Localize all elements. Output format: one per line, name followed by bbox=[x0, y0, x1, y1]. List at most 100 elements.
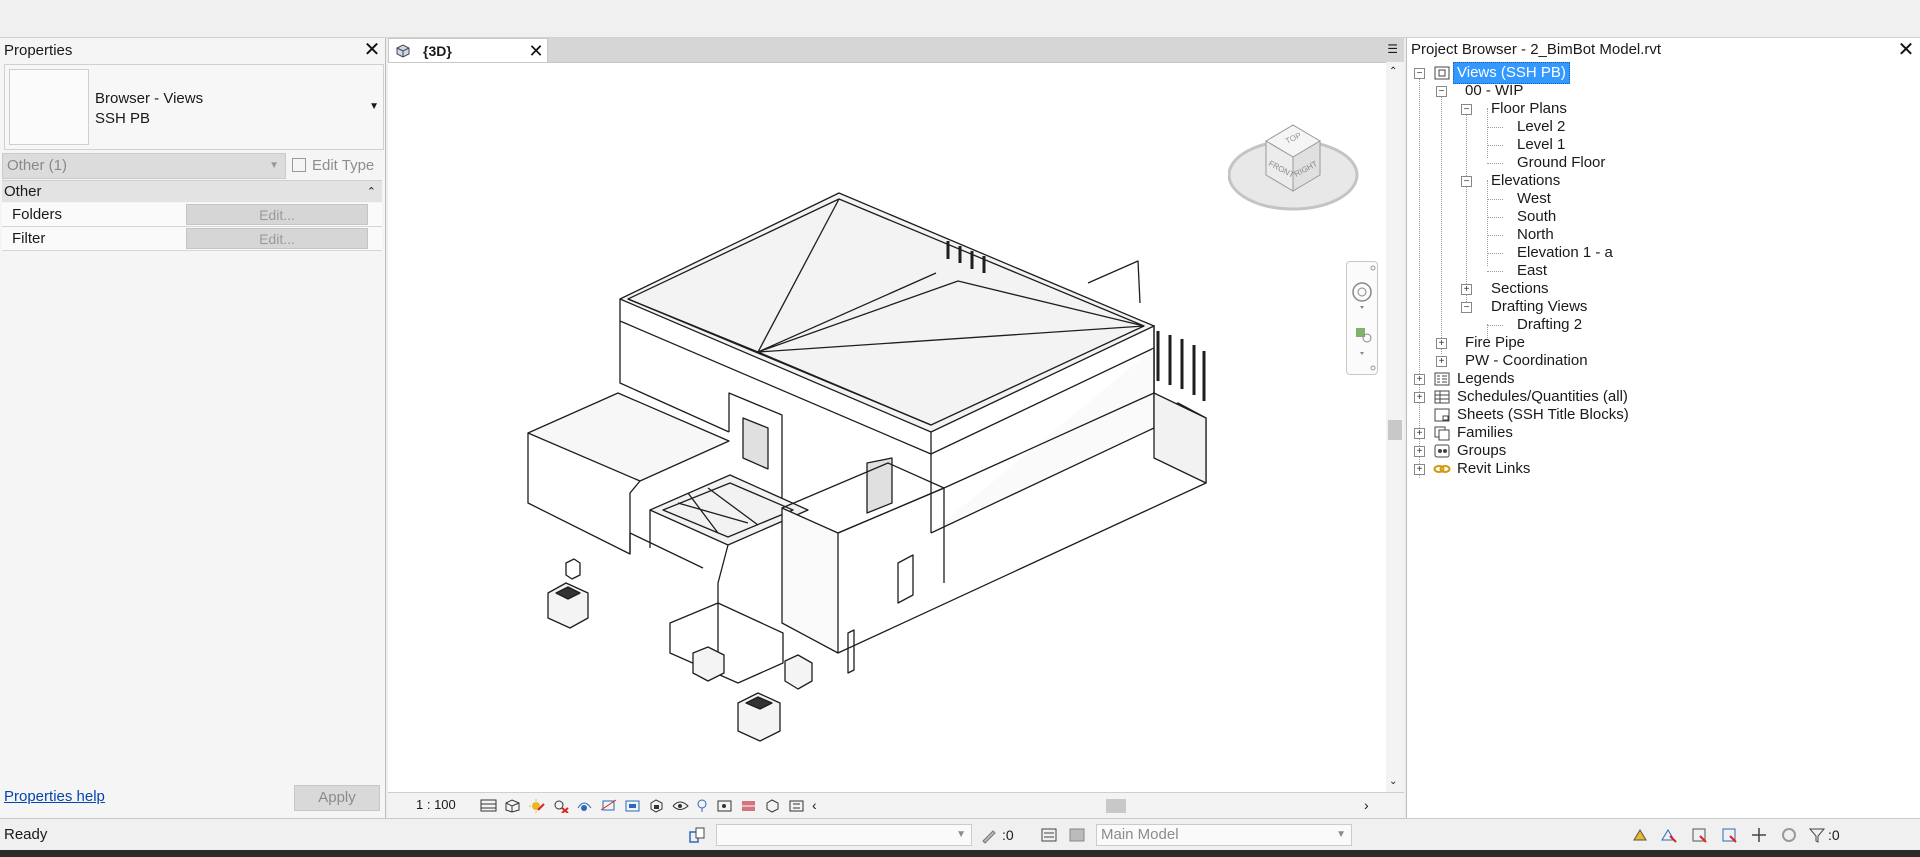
properties-title: Properties bbox=[4, 42, 73, 59]
view-icon bbox=[1434, 66, 1450, 80]
viewcube[interactable]: TOP FRONT RIGHT bbox=[1228, 103, 1368, 223]
type-name: Browser - Views SSH PB bbox=[95, 89, 203, 129]
collapse-icon[interactable]: − bbox=[1461, 302, 1472, 313]
tab-menu-icon[interactable]: ☰ bbox=[1387, 42, 1398, 56]
tree-connector bbox=[1487, 217, 1503, 218]
legend-icon bbox=[1434, 372, 1450, 386]
tree-connector bbox=[1466, 106, 1467, 310]
tree-label: Revit Links bbox=[1457, 460, 1531, 477]
select-pinned-icon[interactable] bbox=[1690, 826, 1708, 844]
show-crop-region-icon[interactable] bbox=[624, 798, 641, 813]
worksets-icon[interactable] bbox=[688, 826, 706, 844]
crop-view-icon[interactable] bbox=[600, 798, 617, 813]
sun-path-icon[interactable] bbox=[528, 798, 545, 813]
filter-edit-button[interactable]: Edit... bbox=[186, 228, 368, 249]
expand-icon[interactable]: + bbox=[1414, 464, 1425, 475]
expand-icon[interactable]: + bbox=[1414, 392, 1425, 403]
link-icon bbox=[1433, 465, 1451, 473]
tree-item-drafting-2[interactable]: Drafting 2 bbox=[1517, 314, 1582, 336]
tab-close-icon[interactable]: ✕ bbox=[527, 42, 545, 60]
horizontal-scrollbar[interactable] bbox=[836, 799, 1356, 813]
edit-type-button[interactable]: Edit Type bbox=[292, 153, 374, 179]
tree-label: South bbox=[1517, 208, 1557, 225]
expand-icon[interactable]: + bbox=[1461, 284, 1472, 295]
property-group-header[interactable]: Other ⌃ bbox=[2, 180, 382, 202]
select-underlay-icon[interactable] bbox=[1660, 826, 1678, 844]
exclude-options-icon[interactable] bbox=[1068, 826, 1086, 844]
type-thumbnail bbox=[9, 69, 89, 145]
tree-connector bbox=[1487, 253, 1503, 254]
apply-button[interactable]: Apply bbox=[294, 785, 380, 811]
instance-filter-dropdown[interactable]: Other (1) ▼ bbox=[2, 153, 286, 179]
background-process-icon[interactable] bbox=[1780, 826, 1798, 844]
editable-only-icon[interactable] bbox=[980, 826, 998, 844]
lock-view-icon[interactable] bbox=[648, 798, 665, 813]
scrollbar-thumb[interactable] bbox=[1106, 799, 1126, 813]
select-links-icon[interactable] bbox=[1632, 826, 1650, 844]
reveal-constraints-icon[interactable] bbox=[788, 798, 805, 813]
shadows-icon[interactable] bbox=[552, 798, 569, 813]
tree-label: North bbox=[1517, 226, 1554, 243]
property-row-filter: Filter Edit... bbox=[2, 227, 382, 251]
filter-icon[interactable] bbox=[1808, 826, 1826, 844]
collapse-icon[interactable]: − bbox=[1414, 68, 1425, 79]
drag-elements-icon[interactable] bbox=[1750, 826, 1768, 844]
collapse-icon[interactable]: ⌃ bbox=[367, 181, 376, 203]
tree-connector bbox=[1487, 163, 1503, 164]
chevron-right-icon[interactable]: › bbox=[1364, 797, 1369, 813]
taskbar-strip bbox=[0, 850, 1920, 857]
expand-icon[interactable]: + bbox=[1414, 428, 1425, 439]
editable-count: :0 bbox=[1002, 827, 1014, 843]
vertical-scrollbar[interactable]: ⌃ ⌄ bbox=[1386, 62, 1404, 792]
navigation-bar bbox=[1346, 261, 1378, 375]
properties-close-icon[interactable]: ✕ bbox=[363, 40, 381, 60]
instance-filter-value: Other (1) bbox=[7, 157, 68, 174]
design-options-icon[interactable] bbox=[1040, 826, 1058, 844]
temporary-view-properties-icon[interactable] bbox=[716, 798, 733, 813]
tree-connector bbox=[1487, 271, 1503, 272]
3d-canvas[interactable]: TOP FRONT RIGHT bbox=[388, 62, 1404, 792]
properties-help-link[interactable]: Properties help bbox=[4, 788, 105, 805]
chevron-left-icon[interactable]: ‹ bbox=[812, 797, 817, 813]
expand-icon[interactable]: + bbox=[1436, 338, 1447, 349]
edit-type-label: Edit Type bbox=[312, 157, 375, 174]
tree-label: East bbox=[1517, 262, 1548, 279]
highlight-displacement-icon[interactable] bbox=[764, 798, 781, 813]
chevron-down-icon: ▼ bbox=[269, 160, 279, 171]
group-icon bbox=[1434, 444, 1450, 458]
expand-icon[interactable]: + bbox=[1414, 446, 1425, 457]
expand-icon[interactable]: + bbox=[1436, 356, 1447, 367]
reveal-hidden-icon[interactable] bbox=[694, 798, 711, 813]
analytical-model-icon[interactable] bbox=[740, 798, 757, 813]
scrollbar-thumb[interactable] bbox=[1388, 420, 1402, 440]
type-selector[interactable]: Browser - Views SSH PB ▼ bbox=[4, 64, 384, 150]
folders-edit-button[interactable]: Edit... bbox=[186, 204, 368, 225]
scroll-down-icon[interactable]: ⌄ bbox=[1389, 776, 1397, 787]
temporary-hide-icon[interactable] bbox=[672, 798, 689, 813]
collapse-icon[interactable]: − bbox=[1436, 86, 1447, 97]
tree-connector bbox=[1487, 235, 1503, 236]
project-browser-close-icon[interactable]: ✕ bbox=[1897, 40, 1915, 60]
render-icon[interactable] bbox=[576, 798, 593, 813]
tree-label: Ground Floor bbox=[1517, 154, 1606, 171]
tree-connector bbox=[1487, 325, 1503, 326]
expand-icon[interactable]: + bbox=[1414, 374, 1425, 385]
status-bar: Ready ▼ :0 Main Model ▼ :0 bbox=[0, 818, 1920, 850]
collapse-icon[interactable]: − bbox=[1461, 104, 1472, 115]
tree-label: West bbox=[1517, 190, 1551, 207]
design-option-dropdown[interactable]: Main Model ▼ bbox=[1096, 824, 1352, 846]
collapse-icon[interactable]: − bbox=[1461, 176, 1472, 187]
select-by-face-icon[interactable] bbox=[1720, 826, 1738, 844]
project-browser: Project Browser - 2_BimBot Model.rvt ✕ −… bbox=[1406, 38, 1920, 818]
properties-panel: Properties ✕ Browser - Views SSH PB ▼ Ot… bbox=[0, 38, 386, 818]
tab-3d-view[interactable]: {3D} ✕ bbox=[388, 38, 548, 62]
property-row-folders: Folders Edit... bbox=[2, 203, 382, 227]
steering-wheel-icon[interactable] bbox=[1352, 282, 1372, 302]
active-workset-dropdown[interactable]: ▼ bbox=[716, 824, 972, 846]
chevron-down-icon[interactable]: ▼ bbox=[369, 101, 379, 112]
visual-style-icon[interactable] bbox=[504, 798, 521, 813]
scroll-up-icon[interactable]: ⌃ bbox=[1389, 66, 1397, 77]
detail-level-icon[interactable] bbox=[480, 798, 497, 813]
view-scale[interactable]: 1 : 100 bbox=[416, 793, 456, 817]
tree-connector bbox=[1487, 199, 1503, 200]
